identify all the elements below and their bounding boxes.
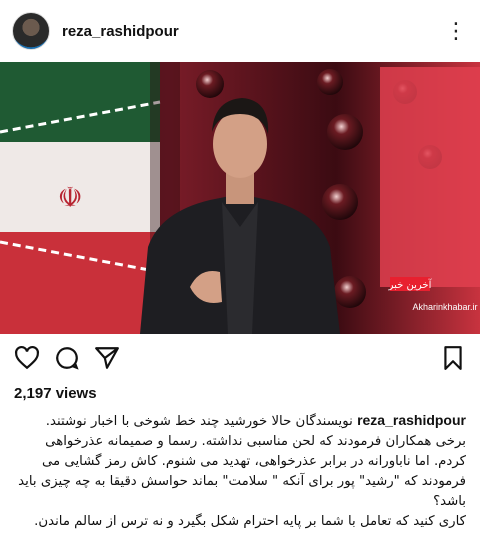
caption-text-1: نویسندگان حالا خورشید چند خط شوخی با اخب… — [18, 414, 466, 509]
video-frame: ☫ آخرین خبر Akharinkhabar.ir — [0, 62, 480, 334]
post-video[interactable]: ☫ آخرین خبر Akharinkhabar.ir — [0, 62, 480, 334]
post-username[interactable]: reza_rashidpour — [62, 23, 179, 40]
profile-avatar[interactable] — [12, 12, 50, 50]
svg-text:آخرین خبر: آخرین خبر — [388, 278, 433, 291]
send-icon[interactable] — [94, 345, 120, 371]
bookmark-icon[interactable] — [440, 345, 466, 371]
caption-paragraph-2: کاری کنید که تعامل با شما بر پایه احترام… — [34, 514, 466, 529]
comment-icon[interactable] — [54, 345, 80, 371]
caption-username[interactable]: reza_rashidpour — [357, 412, 466, 428]
caption-paragraph-1: reza_rashidpour نویسندگان حالا خورشید چن… — [14, 410, 466, 512]
svg-text:☫: ☫ — [57, 181, 82, 214]
watermark-text: Akharinkhabar.ir — [412, 302, 477, 312]
heart-icon[interactable] — [14, 345, 40, 371]
post-header: reza_rashidpour ⋮ — [0, 0, 480, 62]
post-caption: reza_rashidpour نویسندگان حالا خورشید چن… — [0, 406, 480, 532]
action-bar — [0, 334, 480, 382]
views-count: 2,197 views — [14, 385, 97, 402]
ellipsis-icon[interactable]: ⋮ — [445, 18, 468, 44]
